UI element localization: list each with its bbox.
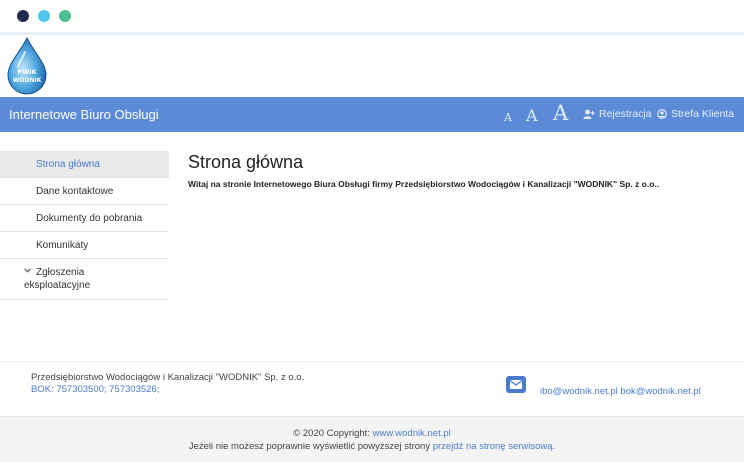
register-label: Rejestracja (599, 108, 652, 120)
font-size-medium-button[interactable]: A (526, 106, 538, 125)
footer-emails[interactable]: ibo@wodnik.net.pl bok@wodnik.net.pl (540, 386, 701, 397)
copyright-link[interactable]: www.wodnik.net.pl (373, 428, 451, 439)
client-zone-label: Strefa Klienta (671, 108, 735, 120)
window-dot-blue[interactable] (38, 10, 50, 22)
logo-text-bottom: WODNIK (13, 77, 42, 84)
chevron-down-icon (24, 268, 31, 273)
user-plus-icon (583, 109, 595, 119)
font-size-small-button[interactable]: A (504, 111, 512, 124)
sidebar-item-documents[interactable]: Dokumenty do pobrania (0, 205, 169, 232)
window-dot-dark[interactable] (17, 10, 29, 22)
font-size-large-button[interactable]: A (553, 101, 568, 125)
sidebar-menu: Strona główna Dane kontaktowe Dokumenty … (0, 151, 169, 300)
sidebar-item-reports-label-1: Zgłoszenia (36, 267, 85, 278)
footer-contact: Przedsiębiorstwo Wodociągów i Kanalizacj… (0, 361, 744, 416)
nav-title[interactable]: Internetowe Biuro Obsługi (9, 107, 159, 122)
sidebar-item-home[interactable]: Strona główna (0, 151, 169, 178)
logo-text-top: PWiK (17, 68, 37, 76)
welcome-text: Witaj na stronie Internetowego Biura Obs… (188, 179, 660, 189)
sidebar-item-contact[interactable]: Dane kontaktowe (0, 178, 169, 205)
envelope-icon (506, 376, 526, 393)
page-title: Strona główna (188, 152, 304, 172)
navbar: Internetowe Biuro Obsługi A A A Rejestra… (0, 97, 744, 132)
register-link[interactable]: Rejestracja (583, 108, 652, 120)
sidebar-item-reports[interactable]: Zgłoszenia eksploatacyjne (0, 259, 169, 300)
sidebar-item-reports-label-2: eksploatacyjne (24, 280, 91, 291)
sidebar-item-announcements[interactable]: Komunikaty (0, 232, 169, 259)
footer-bok-phones[interactable]: BOK: 757303500; 757303526; (31, 384, 159, 395)
user-circle-icon (657, 109, 667, 119)
copyright-text: © 2020 Copyright: (293, 428, 373, 439)
footer-company-name: Przedsiębiorstwo Wodociągów i Kanalizacj… (31, 372, 305, 383)
compat-text: Jeżeli nie możesz poprawnie wyświetlić p… (188, 441, 433, 452)
logo[interactable]: PWiK WODNIK (6, 37, 48, 95)
footer-copyright: © 2020 Copyright: www.wodnik.net.pl Jeże… (0, 416, 744, 462)
service-page-link[interactable]: przejdź na stronę serwisową. (433, 441, 556, 452)
window-dot-green[interactable] (59, 10, 71, 22)
window-titlebar (0, 0, 744, 32)
client-zone-link[interactable]: Strefa Klienta (657, 108, 734, 120)
copyright-line: © 2020 Copyright: www.wodnik.net.pl (0, 428, 744, 439)
logo-area: PWiK WODNIK (0, 35, 744, 97)
compat-line: Jeżeli nie możesz poprawnie wyświetlić p… (0, 441, 744, 452)
